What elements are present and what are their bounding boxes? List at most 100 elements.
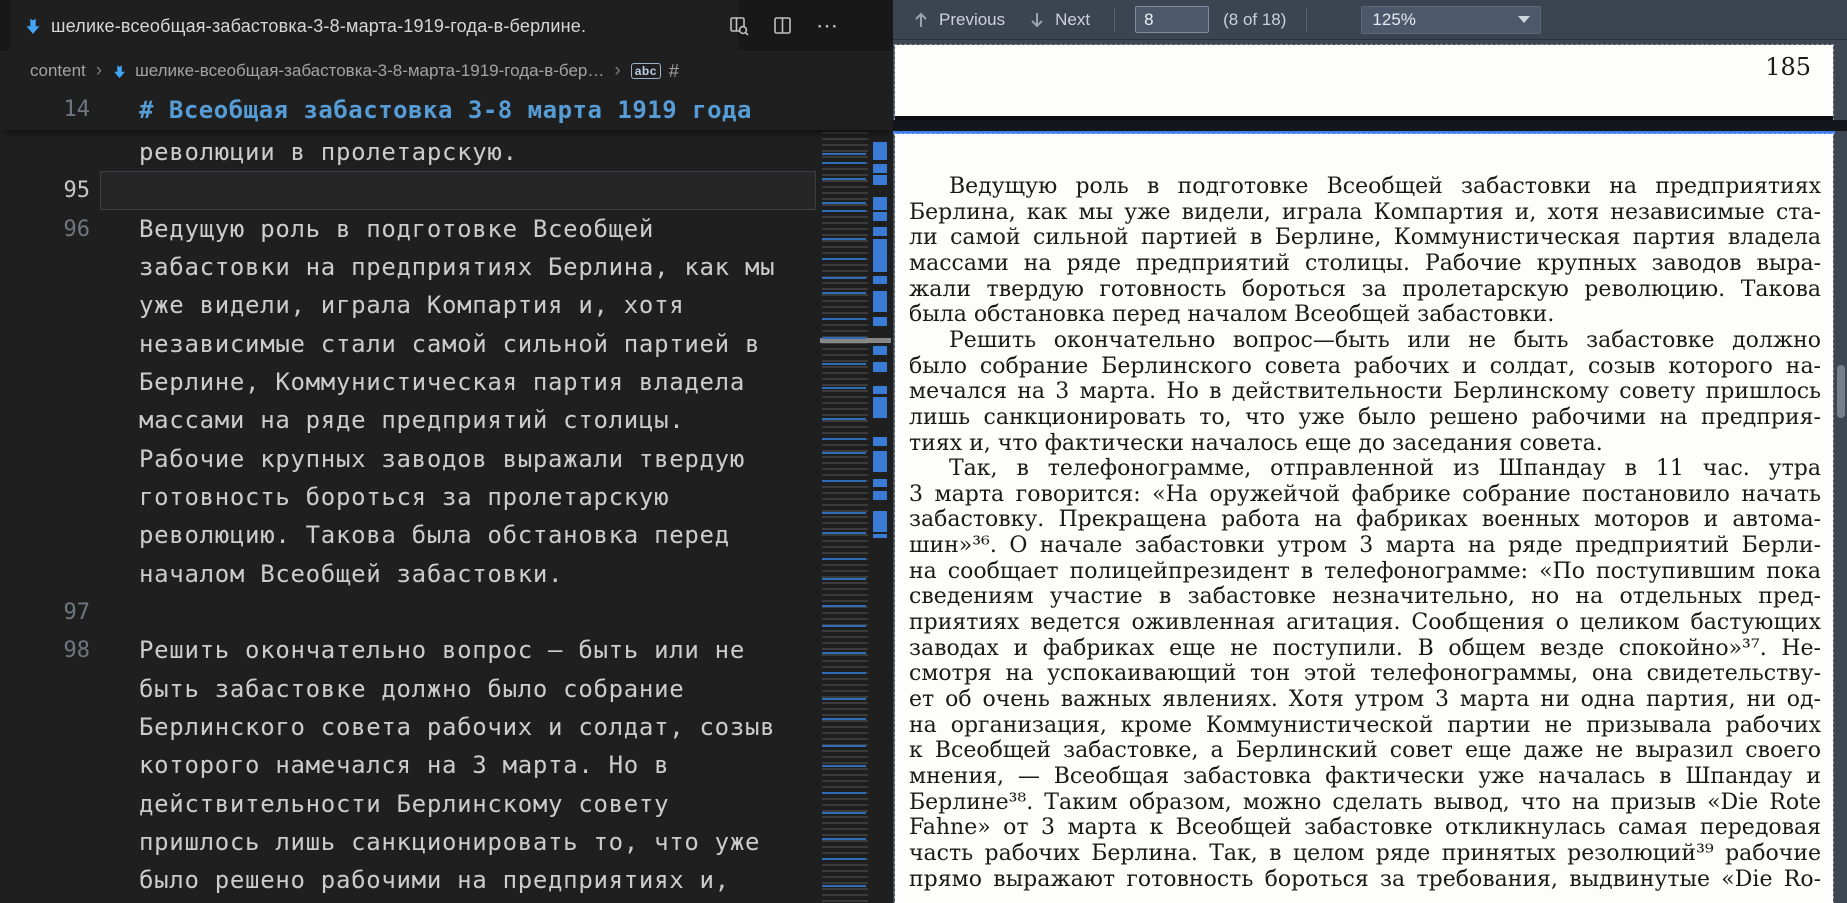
code-line-text: готовность бороться за пролетарскую — [139, 482, 670, 511]
editor-pane: шелике-всеобщая-забастовка-3-8-марта-191… — [0, 0, 893, 903]
overview-ruler-marker — [873, 212, 887, 221]
overview-ruler-marker — [873, 362, 887, 372]
code-line[interactable]: пришлось лишь санкционировать то, что уж… — [0, 823, 820, 862]
vscode-window: шелике-всеобщая-забастовка-3-8-марта-191… — [0, 0, 1847, 903]
overview-ruler-marker — [873, 175, 887, 185]
code-line-text: пришлось лишь санкционировать то, что уж… — [139, 827, 761, 856]
minimap-heading-mark — [822, 387, 866, 389]
minimap-heading-mark — [822, 745, 866, 747]
code-line[interactable]: независимые стали самой сильной партией … — [0, 325, 820, 364]
pdf-text-line: было собрание Берлинского совета рабочих… — [909, 353, 1821, 379]
overview-ruler-marker — [873, 276, 887, 284]
code-line[interactable]: Берлинского совета рабочих и солдат, соз… — [0, 708, 820, 747]
minimap-heading-mark — [822, 625, 866, 627]
code-line-text: Рабочие крупных заводов выражали твердую — [139, 444, 745, 473]
pdf-text-line: смотря на успокаивающий тон этой телефон… — [909, 661, 1821, 687]
toolbar-separator — [1306, 7, 1308, 32]
code-line[interactable]: Рабочие крупных заводов выражали твердую — [0, 440, 820, 479]
code-area[interactable]: революции в пролетарскую. 95 96 Ведущую рол… — [0, 0, 820, 903]
code-line[interactable]: революции в пролетарскую. — [0, 133, 820, 172]
code-line-text: независимые стали самой сильной партией … — [139, 329, 761, 358]
line-number: 95 — [63, 178, 91, 204]
previous-label: Previous — [939, 9, 1006, 29]
pdf-text-line: на организация, кроме Коммунистической п… — [909, 712, 1821, 738]
code-line[interactable]: Берлине, Коммунистическая партия владела — [0, 363, 820, 402]
overview-ruler-marker — [873, 451, 887, 472]
page-number-input[interactable] — [1135, 6, 1210, 33]
code-line-text: Берлинского совета рабочих и солдат, соз… — [139, 712, 776, 741]
pdf-page-current: Ведущую роль в подготовке Всеобщей забас… — [894, 133, 1834, 903]
code-line[interactable]: быть забастовке должно было собрание — [0, 670, 820, 709]
code-line-text: революции в пролетарскую. — [139, 138, 518, 166]
pdf-text-line: к Всеобщей забастовке, а Берлинский сове… — [909, 738, 1821, 764]
pdf-text-line: шин»³⁶. О начале забастовки утром 3 март… — [909, 533, 1821, 559]
minimap-heading-mark — [822, 202, 866, 204]
overview-ruler-marker — [873, 534, 887, 538]
code-line-text: действительности Берлинскому совету — [139, 789, 670, 818]
next-page-button[interactable]: Next — [1023, 8, 1094, 32]
code-line-text: которого намечался на 3 марта. Но в — [139, 751, 670, 780]
pdf-text-line: массами на ряде предприятий столицы. Раб… — [909, 250, 1821, 276]
pdf-text-line: приятиях ведется оживленная агитация. Со… — [909, 610, 1821, 636]
pdf-toolbar: Previous Next (8 of 18) 125% — [893, 0, 1847, 40]
pdf-text-line: Решить окончательно вопрос—быть или не б… — [949, 327, 1821, 353]
pdf-text-line: Ведущую роль в подготовке Всеобщей забас… — [949, 174, 1821, 199]
sticky-scroll-heading[interactable]: 14 # Всеобщая забастовка 3-8 марта 1919 … — [0, 90, 893, 130]
code-line[interactable]: массами на ряде предприятий столицы. — [0, 401, 820, 440]
minimap-heading-mark — [822, 885, 866, 887]
pdf-text-line: лишь санкционировать то, что уже было ре… — [909, 404, 1821, 430]
minimap-heading-mark — [822, 258, 866, 260]
minimap-heading-mark — [822, 765, 866, 767]
pdf-text-line: 3 марта говорится: «На оружейчой фабрике… — [909, 481, 1821, 507]
sticky-line-number: 14 — [63, 97, 91, 122]
zoom-dropdown[interactable]: 125% — [1361, 5, 1542, 34]
minimap-heading-mark — [822, 178, 866, 180]
minimap-heading-mark — [822, 718, 866, 720]
minimap-heading-mark — [822, 363, 866, 365]
overview-ruler-marker — [873, 346, 887, 355]
code-line[interactable]: было решено рабочими на предприятиях и, — [0, 861, 820, 900]
chevron-down-icon — [1518, 16, 1531, 23]
pdf-text-line: Так, в телефонограмме, отправленной из Ш… — [949, 456, 1821, 482]
arrow-up-icon — [915, 12, 927, 27]
code-line[interactable]: действительности Берлинскому совету — [0, 785, 820, 824]
code-line[interactable]: которого намечался на 3 марта. Но в — [0, 746, 820, 785]
code-line[interactable]: 95 — [0, 171, 820, 210]
code-line-text: было решено рабочими на предприятиях и, — [139, 866, 730, 895]
previous-page-button[interactable]: Previous — [907, 8, 1009, 32]
overview-ruler-marker — [873, 227, 887, 236]
code-line[interactable]: уже видели, играла Компартия и, хотя — [0, 286, 820, 325]
pdf-scrollbar[interactable] — [1836, 40, 1846, 903]
code-line[interactable]: революцию. Такова была обстановка перед — [0, 516, 820, 555]
sticky-heading-text: # Всеобщая забастовка 3-8 марта 1919 год… — [139, 96, 752, 124]
pdf-text-line: мечался на 3 марта. Но в действительност… — [909, 379, 1821, 405]
code-line[interactable]: 98 Решить окончательно вопрос — быть или … — [0, 631, 820, 670]
minimap-heading-mark — [822, 698, 866, 700]
overview-ruler-marker — [873, 386, 887, 394]
code-line-text: массами на ряде предприятий столицы. — [139, 406, 685, 435]
minimap-heading-mark — [822, 532, 866, 534]
code-line-text: революцию. Такова была обстановка перед — [139, 521, 730, 550]
minimap-heading-mark — [822, 452, 866, 454]
zoom-value: 125% — [1372, 9, 1416, 29]
code-line[interactable]: 96 Ведущую роль в подготовке Всеобщей — [0, 210, 820, 249]
code-line[interactable]: забастовки на предприятиях Берлина, как … — [0, 248, 820, 287]
pdf-text-line: часть рабочих Берлина. Так, в целом ряде… — [909, 840, 1821, 866]
pdf-page-previous-bottom: 185 — [894, 44, 1834, 121]
code-line[interactable]: 97 — [0, 593, 820, 632]
overview-ruler-marker — [873, 397, 887, 418]
code-line-text: быть забастовке должно было собрание — [139, 674, 685, 703]
minimap-heading-mark — [822, 337, 866, 339]
pdf-text-line: была обстановка перед началом Всеобщей з… — [909, 302, 1555, 328]
pdf-scrollbar-thumb[interactable] — [1837, 365, 1845, 418]
overview-ruler-marker — [873, 437, 887, 446]
minimap-heading-mark — [822, 210, 866, 212]
code-line[interactable]: готовность бороться за пролетарскую — [0, 478, 820, 517]
minimap-heading-mark — [822, 318, 866, 320]
minimap-heading-mark — [822, 162, 866, 164]
line-number: 96 — [63, 216, 91, 242]
minimap-heading-mark — [822, 558, 866, 560]
code-line[interactable]: началом Всеобщей забастовки. — [0, 555, 820, 594]
code-line-text: началом Всеобщей забастовки. — [139, 559, 564, 588]
pdf-text-line: на сообщает полицейпрезидент в телефоног… — [909, 558, 1821, 584]
